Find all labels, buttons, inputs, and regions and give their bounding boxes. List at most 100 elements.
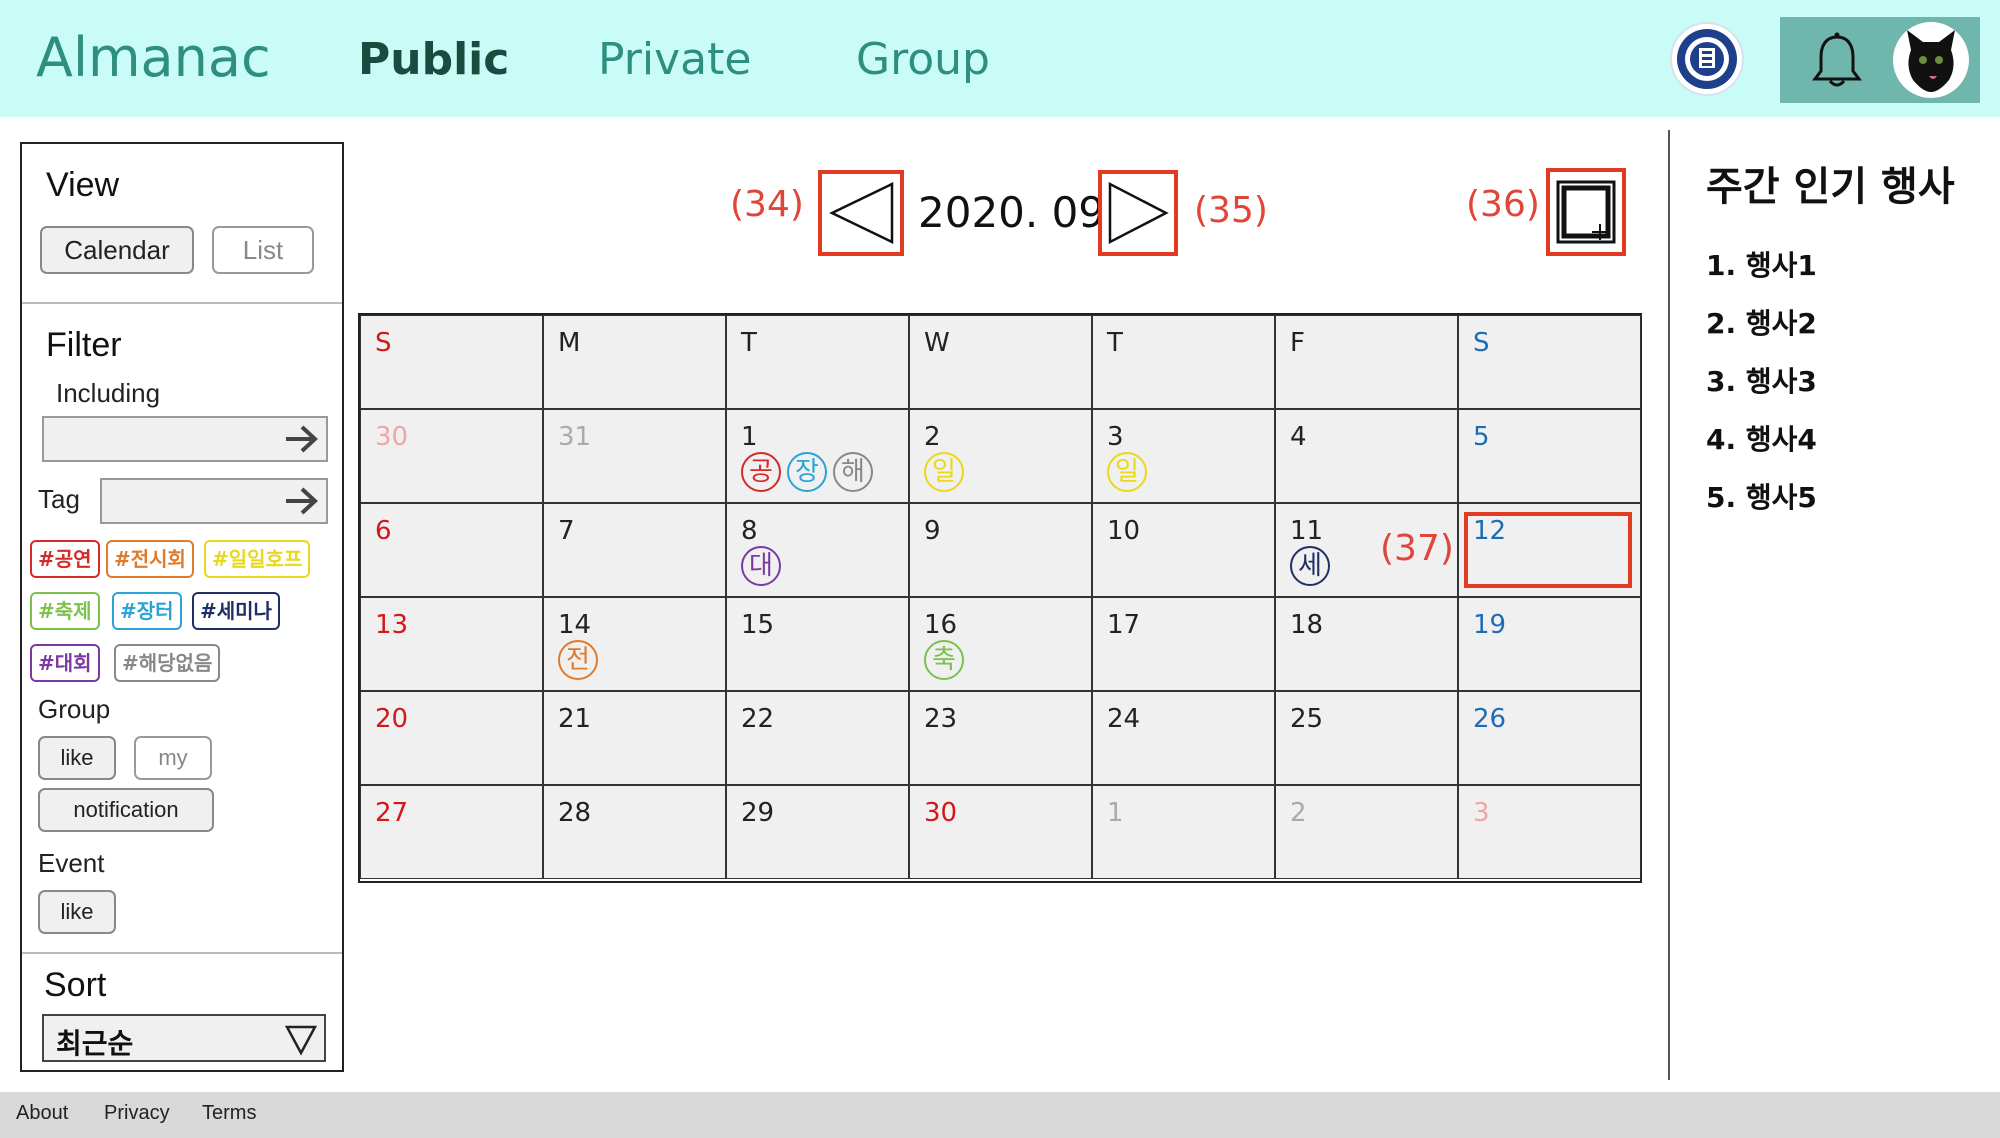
calendar-day-cell[interactable]: 10 [1092, 503, 1275, 597]
day-number: 19 [1473, 610, 1507, 640]
event-badge[interactable]: 공 [741, 452, 781, 492]
calendar-day-cell[interactable]: 21 [543, 691, 726, 785]
nav-private[interactable]: Private [598, 34, 751, 85]
calendar-day-cell[interactable]: 4 [1275, 409, 1458, 503]
group-like-button[interactable]: like [38, 736, 116, 780]
calendar-day-cell[interactable]: 8대 [726, 503, 909, 597]
group-notification-button[interactable]: notification [38, 788, 214, 832]
add-event-button[interactable] [1546, 168, 1626, 256]
avatar-cat-icon[interactable] [1893, 22, 1969, 98]
weekday-label: T [741, 328, 757, 358]
day-number: 20 [375, 704, 409, 734]
calendar-day-cell[interactable]: 14 전 [543, 597, 726, 691]
calendar-day-cell[interactable]: 19 [1458, 597, 1641, 691]
prev-month-button[interactable] [818, 170, 904, 256]
tag-contest[interactable]: #대회 [30, 644, 100, 682]
dropdown-caret-icon[interactable] [284, 1022, 318, 1056]
day-number: 4 [1290, 422, 1307, 452]
calendar-day-cell[interactable]: 27 [360, 785, 543, 879]
footer-privacy-link[interactable]: Privacy [104, 1102, 170, 1125]
tag-exhibition[interactable]: #전시회 [106, 540, 194, 578]
event-badge[interactable]: 축 [924, 640, 964, 680]
tag-input[interactable] [100, 478, 328, 524]
popular-event-item[interactable]: 3. 행사3 [1706, 360, 1817, 400]
calendar-day-cell[interactable]: 6 [360, 503, 543, 597]
event-like-button[interactable]: like [38, 890, 116, 934]
tag-market[interactable]: #장터 [112, 592, 182, 630]
calendar-day-cell[interactable]: 9 [909, 503, 1092, 597]
calendar-day-cell[interactable]: 28 [543, 785, 726, 879]
day-number: 6 [375, 516, 392, 546]
nav-public[interactable]: Public [358, 34, 509, 85]
footer-terms-link[interactable]: Terms [202, 1102, 256, 1125]
event-badge[interactable]: 장 [787, 452, 827, 492]
calendar-day-cell[interactable]: 23 [909, 691, 1092, 785]
calendar-day-cell[interactable]: 17 [1092, 597, 1275, 691]
calendar-day-cell[interactable]: 3 [1458, 785, 1641, 879]
nav-group[interactable]: Group [856, 34, 990, 85]
popular-event-item[interactable]: 5. 행사5 [1706, 476, 1817, 516]
calendar-day-cell[interactable]: 30 [360, 409, 543, 503]
annotation-cell: (37) [1380, 528, 1454, 569]
list-view-button[interactable]: List [212, 226, 314, 274]
calendar-day-cell[interactable]: 30 [909, 785, 1092, 879]
university-seal-icon[interactable] [1670, 22, 1744, 96]
including-label: Including [56, 378, 161, 408]
day-number: 31 [558, 422, 592, 452]
calendar-day-cell[interactable]: 1 [1092, 785, 1275, 879]
calendar-day-cell[interactable]: 29 [726, 785, 909, 879]
calendar-day-cell[interactable]: 1공장해 [726, 409, 909, 503]
calendar-day-cell[interactable]: 26 [1458, 691, 1641, 785]
calendar-day-cell[interactable]: 31 [543, 409, 726, 503]
calendar-day-cell[interactable]: 3일 [1092, 409, 1275, 503]
calendar-day-cell[interactable]: 20 [360, 691, 543, 785]
event-badges: 공장해 [741, 452, 879, 496]
tag-none[interactable]: #해당없음 [114, 644, 221, 682]
tag-pub[interactable]: #일일호프 [204, 540, 311, 578]
calendar-day-cell[interactable]: 2일 [909, 409, 1092, 503]
event-badge[interactable]: 세 [1290, 546, 1330, 586]
filter-title: Filter [46, 326, 122, 364]
sort-select[interactable]: 최근순 [42, 1014, 326, 1062]
event-badge[interactable]: 대 [741, 546, 781, 586]
day-number: 29 [741, 798, 775, 828]
current-month: 2020. 09. [918, 188, 1119, 237]
calendar-day-cell[interactable]: 15 [726, 597, 909, 691]
calendar-day-cell[interactable]: 25 [1275, 691, 1458, 785]
calendar-day-cell[interactable]: 16 축 [909, 597, 1092, 691]
footer-about-link[interactable]: About [16, 1102, 68, 1125]
sidebar-panel: View Calendar List Filter Including Tag … [20, 142, 344, 1072]
event-badges: 축 [924, 640, 970, 684]
calendar-day-cell[interactable]: 7 [543, 503, 726, 597]
arrow-right-icon[interactable] [284, 424, 318, 454]
event-badges: 일 [1107, 452, 1153, 496]
calendar-day-cell[interactable]: 18 [1275, 597, 1458, 691]
app-logo[interactable]: Almanac [36, 26, 271, 89]
calendar-day-cell[interactable]: 13 [360, 597, 543, 691]
bell-icon[interactable] [1808, 31, 1866, 91]
group-my-button[interactable]: my [134, 736, 212, 780]
weekday-header-cell: T [726, 315, 909, 409]
event-badge[interactable]: 일 [924, 452, 964, 492]
event-badge[interactable]: 전 [558, 640, 598, 680]
popular-event-item[interactable]: 1. 행사1 [1706, 244, 1817, 284]
tag-seminar[interactable]: #세미나 [192, 592, 280, 630]
next-month-button[interactable] [1098, 170, 1178, 256]
triangle-left-icon [829, 182, 894, 244]
arrow-right-icon[interactable] [284, 486, 318, 516]
calendar-day-cell[interactable]: 22 [726, 691, 909, 785]
event-badge[interactable]: 일 [1107, 452, 1147, 492]
including-input[interactable] [42, 416, 328, 462]
tag-concert[interactable]: #공연 [30, 540, 100, 578]
event-badge[interactable]: 해 [833, 452, 873, 492]
calendar-day-cell[interactable]: 5 [1458, 409, 1641, 503]
tag-festival[interactable]: #축제 [30, 592, 100, 630]
calendar-day-cell[interactable]: 2 [1275, 785, 1458, 879]
calendar-day-cell[interactable]: 24 [1092, 691, 1275, 785]
day-number: 25 [1290, 704, 1324, 734]
event-label: Event [38, 848, 105, 878]
sort-title: Sort [44, 966, 107, 1004]
calendar-view-button[interactable]: Calendar [40, 226, 194, 274]
popular-event-item[interactable]: 2. 행사2 [1706, 302, 1817, 342]
popular-event-item[interactable]: 4. 행사4 [1706, 418, 1817, 458]
